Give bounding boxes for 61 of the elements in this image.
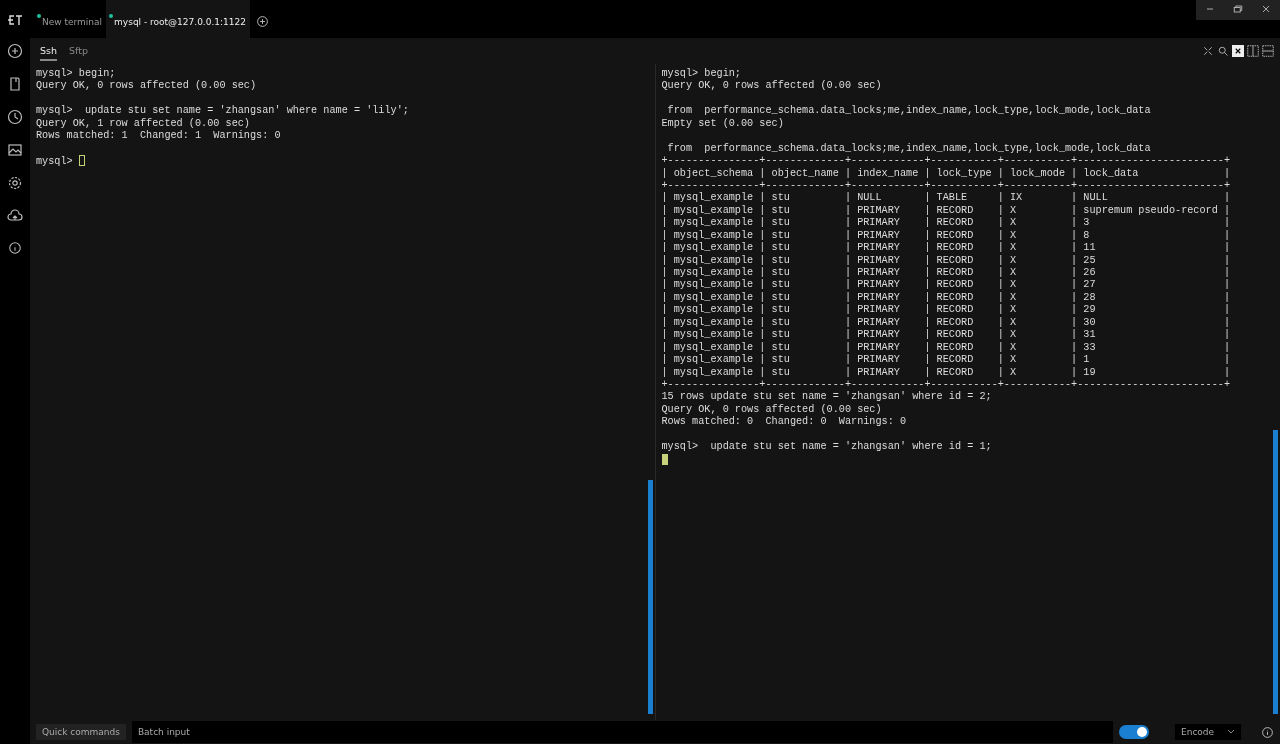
scrollbar[interactable] [647, 480, 653, 714]
terminal-line: from performance_schema.data_locks;me,index_name,lock_type,lock_mode,lock_data [666, 105, 1151, 117]
terminal-line: +---------------+-------------+------------+-----------+-----------+------------------------+ [661, 179, 1231, 191]
image-icon[interactable] [7, 142, 23, 158]
bookmark-icon[interactable] [7, 76, 23, 92]
terminal-line: Rows matched: 0 Changed: 0 Warnings: 0 [661, 416, 907, 428]
quick-commands-button[interactable]: Quick commands [36, 724, 126, 740]
terminal-line: Empty set (0.00 sec) [661, 117, 784, 129]
terminal-line: mysql> [36, 156, 74, 168]
terminal-line: | mysql_example | stu | PRIMARY | RECORD | X | 31 | [661, 329, 1231, 341]
terminal-line: | mysql_example | stu | PRIMARY | RECORD | X | 19 | [661, 366, 1231, 378]
cloud-icon[interactable] [7, 208, 23, 224]
scrollbar[interactable] [1273, 430, 1278, 714]
split-vertical-icon[interactable] [1247, 45, 1259, 57]
terminal-line: mysql> begin; [661, 68, 741, 79]
settings-icon[interactable] [7, 175, 23, 191]
restore-icon[interactable] [1232, 3, 1244, 15]
caret-icon [1227, 729, 1235, 735]
terminal-line: mysql> update stu set name = 'zhangsan' where name = 'lily'; [36, 105, 409, 117]
terminal-line: mysql> begin; [36, 68, 116, 79]
terminal-line: | mysql_example | stu | PRIMARY | RECORD | X | supremum pseudo-record | [661, 204, 1231, 216]
terminal-line: 15 rows update stu set name = 'zhangsan' where id = 2; [661, 391, 992, 403]
terminal-line: | mysql_example | stu | PRIMARY | RECORD | X | 11 | [661, 242, 1231, 254]
history-icon[interactable] [7, 109, 23, 125]
terminal-line: +---------------+-------------+------------+-----------+-----------+------------------------+ [661, 155, 1231, 167]
terminal-line: | mysql_example | stu | PRIMARY | RECORD | X | 33 | [661, 341, 1231, 353]
terminal-line: | mysql_example | stu | PRIMARY | RECORD | X | 25 | [661, 254, 1231, 266]
terminal-line: Query OK, 0 rows affected (0.00 sec) [36, 80, 257, 92]
split-horizontal-icon[interactable] [1262, 45, 1274, 57]
terminal-line: | mysql_example | stu | PRIMARY | RECORD | X | 29 | [661, 304, 1231, 316]
terminal-line: | mysql_example | stu | PRIMARY | RECORD | X | 27 | [661, 279, 1231, 291]
terminal-line: mysql> update stu set name = 'zhangsan' where id = 1; [661, 441, 992, 453]
terminal-line: | object_schema | object_name | index_name | lock_type | lock_mode | lock_data | [661, 167, 1231, 179]
terminal-tab[interactable]: mysql - root@127.0.0.1:1122 [106, 0, 250, 38]
terminal-line: | mysql_example | stu | NULL | TABLE | IX | NULL | [661, 192, 1231, 204]
logo-icon[interactable] [7, 14, 23, 26]
terminal-line: +---------------+-------------+------------+-----------+-----------+------------------------+ [661, 378, 1231, 390]
close-icon[interactable] [1260, 3, 1272, 15]
terminal-line: Query OK, 1 row affected (0.00 sec) [36, 117, 250, 129]
batch-input-field[interactable]: Batch input [131, 721, 1113, 743]
session-tab[interactable]: Ssh [40, 41, 57, 61]
terminal-line: Query OK, 0 rows affected (0.00 sec) [661, 403, 882, 415]
add-icon[interactable] [7, 43, 23, 59]
encode-select[interactable]: Encode [1175, 724, 1241, 740]
toggle-switch[interactable] [1119, 725, 1149, 739]
search-icon[interactable] [1217, 45, 1229, 57]
terminal-line: | mysql_example | stu | PRIMARY | RECORD | X | 8 | [661, 229, 1231, 241]
info-icon[interactable] [8, 241, 22, 255]
add-tab-icon[interactable] [256, 14, 269, 28]
session-tab[interactable]: Sftp [69, 41, 88, 61]
close-icon[interactable] [1232, 45, 1244, 57]
terminal-line: | mysql_example | stu | PRIMARY | RECORD | X | 3 | [661, 217, 1231, 229]
terminal-line: | mysql_example | stu | PRIMARY | RECORD | X | 30 | [661, 316, 1231, 328]
terminal-line: from performance_schema.data_locks;me,index_name,lock_type,lock_mode,lock_data [666, 142, 1151, 154]
terminal-line: Rows matched: 1 Changed: 1 Warnings: 0 [36, 130, 281, 142]
fullscreen-icon[interactable] [1202, 45, 1214, 57]
info-icon[interactable] [1261, 725, 1274, 739]
terminal-line: | mysql_example | stu | PRIMARY | RECORD | X | 28 | [661, 291, 1231, 303]
terminal-line: Query OK, 0 rows affected (0.00 sec) [661, 80, 882, 92]
terminal-line: | mysql_example | stu | PRIMARY | RECORD | X | 26 | [661, 267, 1231, 278]
terminal-line: | mysql_example | stu | PRIMARY | RECORD | X | 1 | [661, 354, 1231, 366]
